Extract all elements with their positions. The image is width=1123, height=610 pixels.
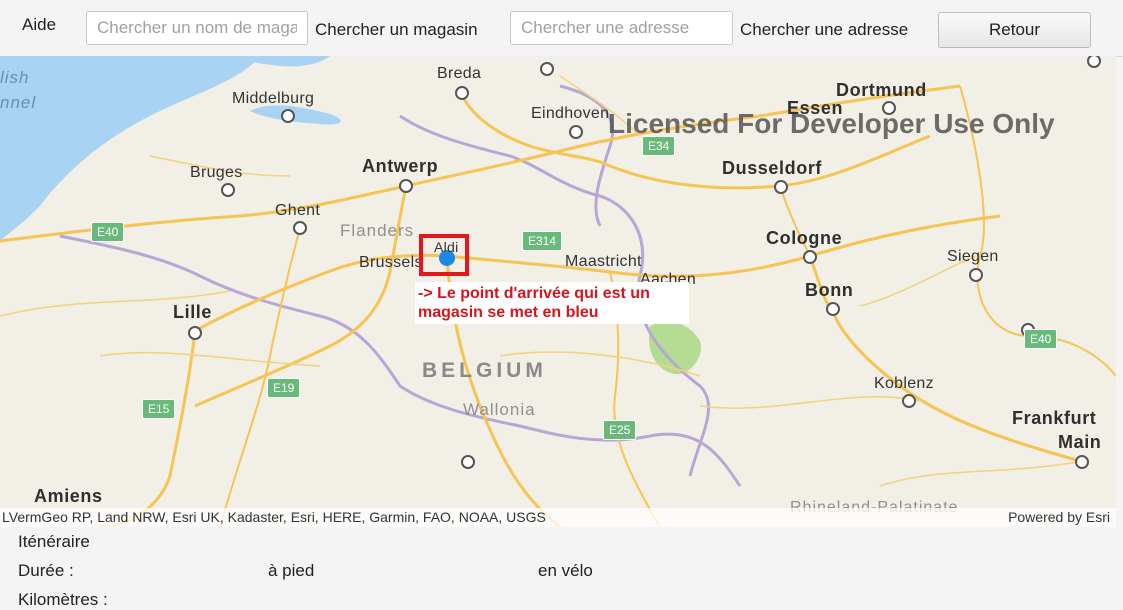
city-marker	[969, 268, 983, 282]
sea-label-channel: nnel	[0, 93, 37, 112]
city-eindhoven: Eindhoven	[531, 105, 610, 122]
city-ghent: Ghent	[275, 202, 321, 219]
city-dortmund: Dortmund	[836, 80, 927, 100]
on-foot-label: à pied	[268, 561, 315, 580]
city-bruges: Bruges	[190, 164, 243, 181]
city-middelburg: Middelburg	[232, 90, 315, 107]
road-shield-e40: E40	[1024, 329, 1058, 349]
sea-label-english: lish	[0, 68, 30, 87]
address-search-button[interactable]: Chercher une adresse	[740, 20, 908, 40]
help-menu[interactable]: Aide	[22, 15, 56, 35]
city-marker	[461, 455, 475, 469]
city-siegen: Siegen	[947, 248, 999, 265]
road-shield-e19: E19	[267, 378, 301, 398]
city-bonn: Bonn	[805, 280, 854, 300]
map-view[interactable]: Breda Middelburg Eindhoven Dortmund Esse…	[0, 56, 1116, 527]
country-belgium: BELGIUM	[422, 359, 547, 382]
city-marker	[221, 183, 235, 197]
city-lille: Lille	[173, 302, 213, 322]
store-search-button[interactable]: Chercher un magasin	[315, 20, 478, 40]
city-marker	[399, 179, 413, 193]
road-shield-e314: E314	[522, 231, 563, 251]
city-marker	[803, 250, 817, 264]
attribution-text: LVermGeo RP, Land NRW, Esri UK, Kadaster…	[2, 509, 546, 525]
by-bike-label: en vélo	[538, 561, 593, 580]
city-marker	[540, 62, 554, 76]
city-antwerp: Antwerp	[362, 156, 439, 176]
city-marker	[826, 302, 840, 316]
road-shield-e40: E40	[91, 222, 125, 242]
annotation-note: -> Le point d'arrivée qui est un magasin…	[415, 282, 689, 324]
city-marker	[1075, 455, 1089, 469]
map-attribution: LVermGeo RP, Land NRW, Esri UK, Kadaster…	[0, 508, 1116, 527]
city-marker	[293, 221, 307, 235]
store-search-input[interactable]	[86, 11, 308, 45]
city-main: Main	[1058, 432, 1102, 452]
city-marker	[902, 394, 916, 408]
city-dusseldorf: Dusseldorf	[722, 158, 823, 178]
back-button[interactable]: Retour	[938, 12, 1091, 48]
city-marker	[774, 180, 788, 194]
city-maastricht: Maastricht	[565, 253, 642, 270]
itinerary-title: Iténéraire	[18, 532, 90, 551]
road-shield-e34: E34	[642, 136, 676, 156]
road-shield-e25: E25	[603, 420, 637, 440]
store-marker-label: Aldi	[434, 239, 459, 255]
address-search-input[interactable]	[510, 11, 733, 45]
toolbar: Aide Chercher un magasin Chercher une ad…	[0, 0, 1123, 57]
duration-label: Durée :	[18, 561, 74, 580]
city-marker	[188, 326, 202, 340]
region-flanders: Flanders	[340, 221, 415, 240]
region-wallonia: Wallonia	[463, 400, 536, 419]
city-marker	[281, 109, 295, 123]
city-amiens: Amiens	[34, 486, 103, 506]
city-koblenz: Koblenz	[874, 375, 934, 392]
developer-watermark: Licensed For Developer Use Only	[608, 108, 1055, 139]
city-breda: Breda	[437, 65, 482, 82]
city-marker	[569, 125, 583, 139]
city-frankfurt: Frankfurt	[1012, 408, 1097, 428]
road-shield-e15: E15	[142, 399, 176, 419]
city-cologne: Cologne	[766, 228, 843, 248]
kilometers-label: Kilomètres :	[18, 590, 108, 609]
city-brussels: Brussels	[359, 254, 423, 271]
city-marker	[455, 86, 469, 100]
powered-by-esri[interactable]: Powered by Esri	[1008, 509, 1110, 525]
